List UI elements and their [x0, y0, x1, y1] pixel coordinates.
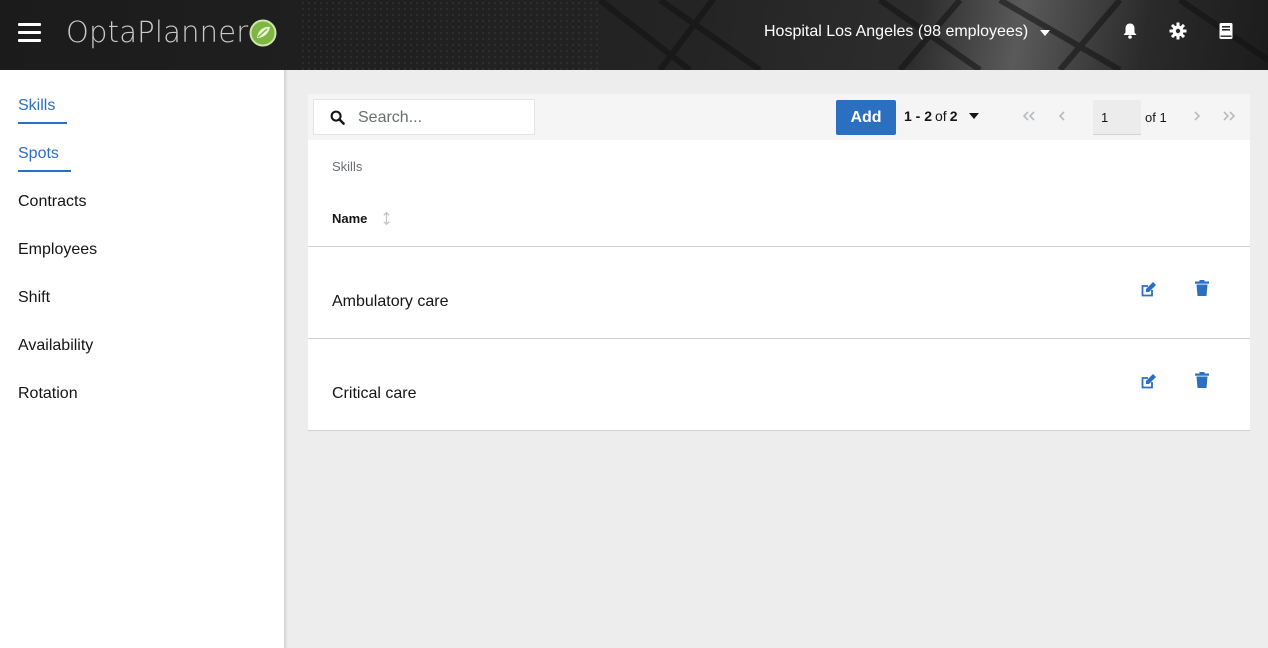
- search-box[interactable]: [313, 99, 535, 135]
- search-input[interactable]: [358, 108, 528, 128]
- name-column-label: Name: [332, 211, 368, 226]
- of-label: of: [935, 108, 947, 124]
- skills-table-card: [308, 94, 1250, 431]
- sidebar-nav: Skills Spots Contracts Employees Shift A…: [0, 70, 284, 648]
- caret-down-icon: [968, 113, 979, 119]
- table-row-name: Ambulatory care: [332, 293, 449, 310]
- edit-icon[interactable]: [1140, 372, 1158, 390]
- table-header-divider: [308, 246, 1250, 247]
- search-icon: [330, 110, 345, 125]
- caret-down-icon: [1040, 30, 1051, 36]
- table-caption: Skills: [332, 159, 363, 174]
- add-button[interactable]: Add: [836, 100, 896, 135]
- delete-icon[interactable]: [1193, 371, 1211, 389]
- last-page-icon[interactable]: [1221, 108, 1237, 124]
- leaf-logo-icon: [249, 19, 277, 47]
- sort-icon: [383, 211, 391, 226]
- current-page-input[interactable]: [1093, 100, 1141, 135]
- previous-page-icon[interactable]: [1054, 108, 1070, 124]
- sidebar-item-spots[interactable]: Spots: [18, 145, 71, 172]
- book-icon[interactable]: [1217, 22, 1235, 40]
- masthead: OptaPlanner Hospital Los Angeles (98 emp…: [0, 0, 1268, 70]
- hamburger-icon[interactable]: [18, 22, 42, 42]
- tenant-label: Hospital Los Angeles (98 employees): [764, 23, 1029, 40]
- sidebar-item-employees[interactable]: Employees: [18, 241, 97, 266]
- delete-icon[interactable]: [1193, 279, 1211, 297]
- range-label: 1 - 2: [904, 108, 933, 124]
- row-divider: [308, 430, 1250, 431]
- edit-icon[interactable]: [1140, 280, 1158, 298]
- sidebar-item-shift[interactable]: Shift: [18, 289, 50, 314]
- page-total-label: of 1: [1145, 110, 1167, 125]
- sidebar-item-skills[interactable]: Skills: [18, 97, 68, 124]
- total-count: 2: [949, 108, 958, 124]
- gear-icon[interactable]: [1169, 22, 1187, 40]
- table-row-name: Critical care: [332, 385, 417, 402]
- per-page-selector[interactable]: 1 - 2 of 2: [904, 108, 979, 124]
- first-page-icon[interactable]: [1021, 108, 1037, 124]
- sidebar-item-contracts[interactable]: Contracts: [18, 193, 86, 218]
- sidebar-item-availability[interactable]: Availability: [18, 337, 93, 362]
- logo-text: OptaPlanner: [66, 15, 249, 49]
- name-column-header[interactable]: Name: [332, 211, 391, 226]
- next-page-icon[interactable]: [1189, 108, 1205, 124]
- bell-icon[interactable]: [1121, 22, 1139, 40]
- brand-logo: OptaPlanner: [66, 12, 277, 52]
- row-divider: [308, 338, 1250, 339]
- tenant-selector[interactable]: Hospital Los Angeles (98 employees): [764, 20, 1051, 44]
- sidebar-item-rotation[interactable]: Rotation: [18, 385, 78, 410]
- sidebar-shadow: [284, 70, 288, 648]
